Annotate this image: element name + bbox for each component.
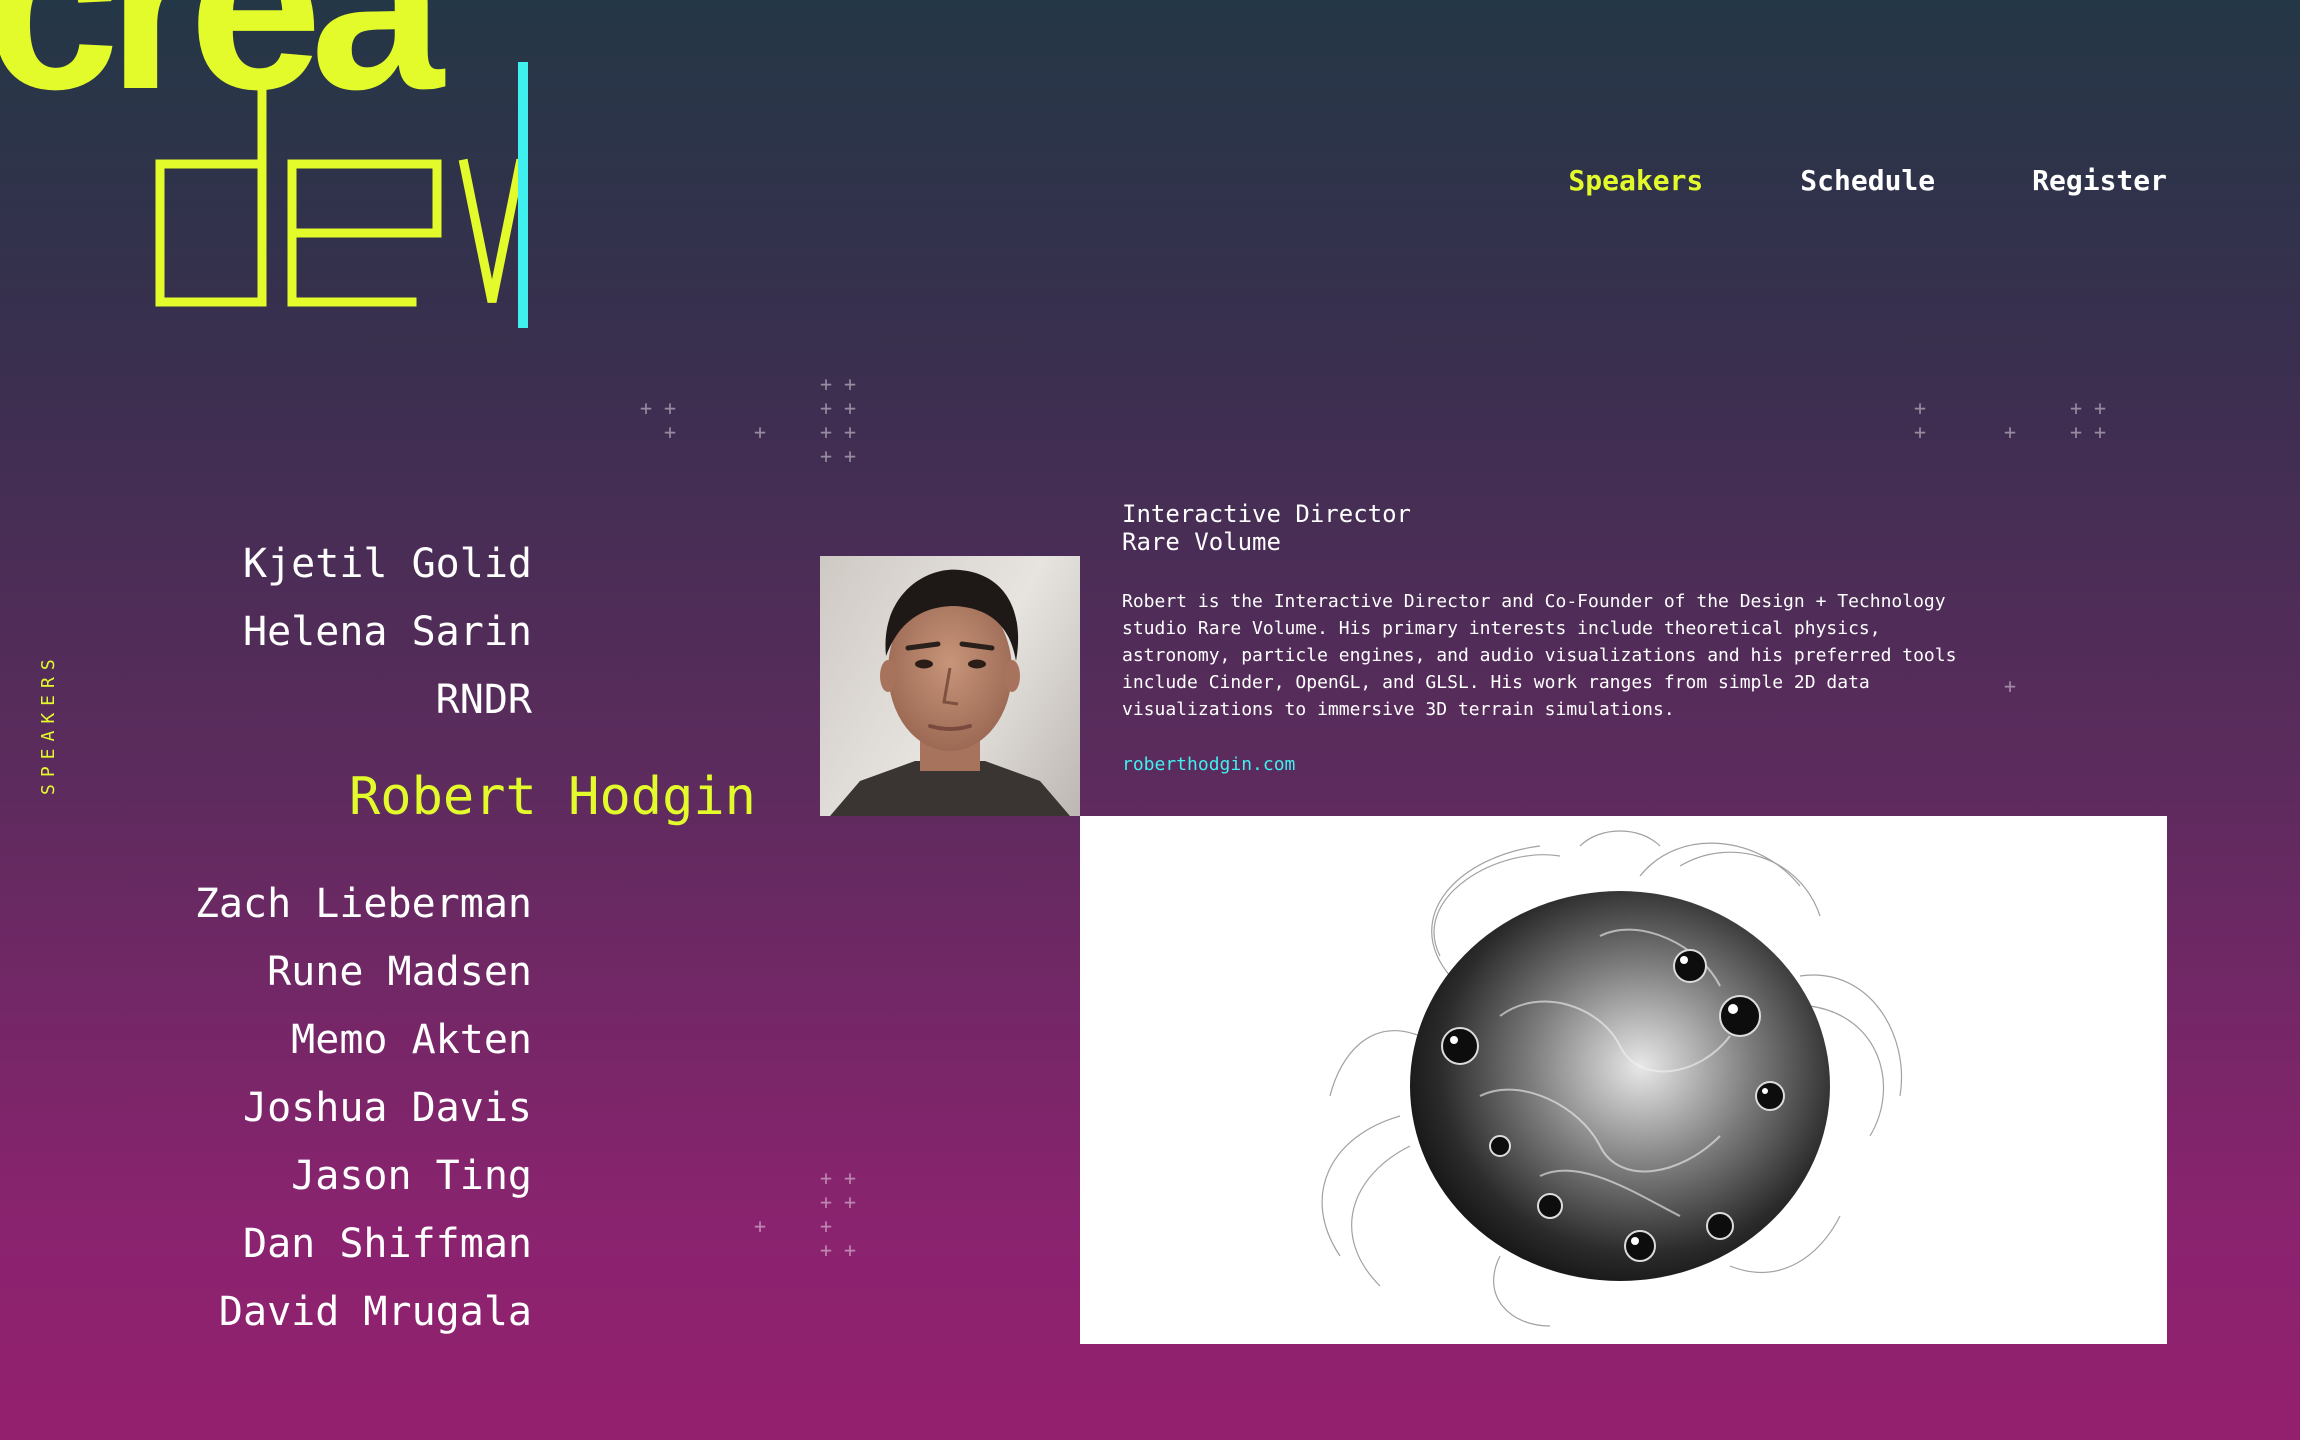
plus-icon: +: [664, 396, 677, 420]
plus-icon: +: [2094, 420, 2107, 444]
speaker-item[interactable]: Dan Shiffman: [243, 1224, 532, 1264]
plus-icon: +: [2004, 674, 2017, 698]
speaker-role: Interactive Director: [1122, 500, 1411, 528]
plus-icon: +: [754, 420, 767, 444]
speaker-item[interactable]: RNDR: [436, 680, 532, 720]
speaker-item[interactable]: Kjetil Golid: [243, 544, 532, 584]
speaker-item[interactable]: David Mrugala: [219, 1292, 532, 1332]
plus-icon: +: [820, 1166, 833, 1190]
plus-icon: +: [820, 396, 833, 420]
plus-icon: +: [820, 1238, 833, 1262]
speaker-bio: Robert is the Interactive Director and C…: [1122, 591, 1957, 720]
speaker-artwork: [1080, 816, 2167, 1344]
nav-register[interactable]: Register: [2032, 164, 2167, 197]
plus-icon: +: [2070, 420, 2083, 444]
plus-icon: +: [2094, 396, 2107, 420]
plus-icon: +: [820, 1190, 833, 1214]
nav-schedule[interactable]: Schedule: [1800, 164, 1935, 197]
plus-icon: +: [664, 420, 677, 444]
speaker-item[interactable]: Jason Ting: [291, 1156, 532, 1196]
main-nav: Speakers Schedule Register: [1568, 164, 2167, 197]
speaker-item[interactable]: Zach Lieberman: [195, 884, 532, 924]
plus-icon: +: [844, 396, 857, 420]
plus-icon: +: [844, 420, 857, 444]
plus-icon: +: [844, 1190, 857, 1214]
plus-icon: +: [820, 1214, 833, 1238]
plus-icon: +: [820, 372, 833, 396]
plus-icon: +: [754, 1214, 767, 1238]
logo-dev-wordmark[interactable]: [152, 80, 532, 320]
plus-icon: +: [844, 1166, 857, 1190]
text-cursor-bar: [518, 62, 528, 328]
plus-icon: +: [1914, 396, 1927, 420]
speaker-company: Rare Volume: [1122, 528, 1281, 556]
speaker-item[interactable]: Joshua Davis: [243, 1088, 532, 1128]
speaker-item[interactable]: Rune Madsen: [267, 952, 532, 992]
plus-icon: +: [844, 372, 857, 396]
plus-icon: +: [820, 420, 833, 444]
plus-icon: +: [2004, 420, 2017, 444]
plus-icon: +: [1914, 420, 1927, 444]
plus-icon: +: [640, 396, 653, 420]
speaker-item[interactable]: Helena Sarin: [243, 612, 532, 652]
nav-speakers[interactable]: Speakers: [1568, 164, 1703, 197]
plus-icon: +: [2070, 396, 2083, 420]
speaker-website-link[interactable]: roberthodgin.com: [1122, 754, 1295, 775]
speaker-item-active[interactable]: Robert Hodgin: [349, 771, 756, 823]
plus-icon: +: [844, 1238, 857, 1262]
plus-icon: +: [844, 444, 857, 468]
speaker-item[interactable]: Memo Akten: [291, 1020, 532, 1060]
speaker-photo: [820, 556, 1080, 816]
plus-icon: +: [820, 444, 833, 468]
section-label-speakers: SPEAKERS: [38, 652, 59, 795]
speaker-detail: Interactive Director Rare Volume Robert …: [1122, 500, 1982, 775]
